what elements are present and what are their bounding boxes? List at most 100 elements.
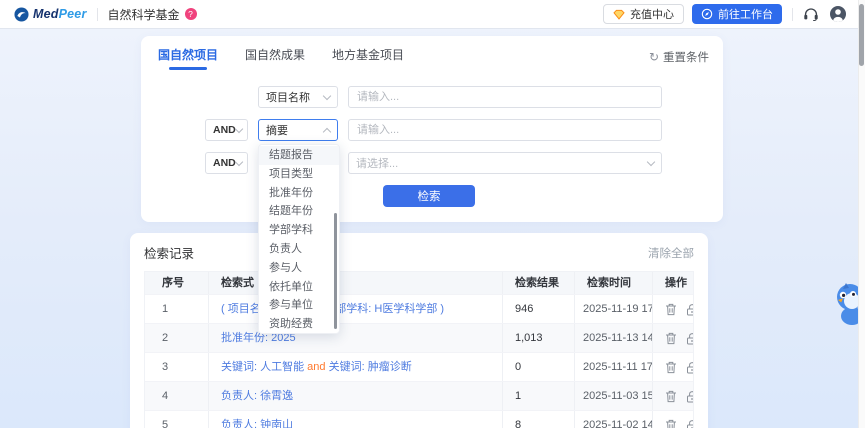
tab-label: 地方基金项目	[332, 48, 404, 62]
result-count: 0	[503, 353, 575, 381]
operator-value: AND	[213, 157, 236, 169]
nav-divider	[792, 8, 793, 21]
recharge-button[interactable]: 充值中心	[603, 4, 684, 24]
page-scrollbar-thumb[interactable]	[859, 4, 864, 66]
search-time: 2025-11-13 14:53:08	[575, 324, 653, 352]
search-expression-link[interactable]: ( 项目名称: 肿瘤 and 学部学科: H医学科学部 )	[209, 295, 503, 323]
search-records-panel: 检索记录 清除全部 序号 检索式 检索结果 检索时间 操作 1( 项目名称: 肿…	[130, 233, 708, 428]
operator-select-2[interactable]: AND	[205, 152, 248, 174]
workspace-button[interactable]: 前往工作台	[692, 4, 782, 24]
reset-label: 重置条件	[663, 49, 709, 65]
dropdown-option[interactable]: 参与单位	[259, 296, 339, 315]
dropdown-scrollbar-thumb[interactable]	[334, 213, 337, 329]
row-actions	[653, 411, 693, 428]
mascot-widget[interactable]	[832, 280, 858, 326]
value-select-3[interactable]: 请选择...	[348, 152, 662, 174]
lock-icon[interactable]	[686, 419, 693, 428]
table-header-row: 序号 检索式 检索结果 检索时间 操作	[145, 272, 693, 294]
result-count: 1,013	[503, 324, 575, 352]
delete-icon[interactable]	[665, 419, 677, 428]
medpeer-logo[interactable]: MedPeer	[14, 7, 87, 22]
page-scrollbar[interactable]	[858, 0, 865, 428]
result-count: 8	[503, 411, 575, 428]
gem-icon	[613, 9, 625, 20]
field-select-2-open[interactable]: 摘要	[258, 119, 338, 141]
product-name: 自然科学基金	[108, 6, 180, 23]
nav-divider	[97, 8, 98, 21]
delete-icon[interactable]	[665, 390, 677, 403]
lock-icon[interactable]	[686, 361, 693, 374]
col-header-ops: 操作	[653, 272, 693, 294]
tab-nsfc-results[interactable]: 国自然成果	[245, 46, 305, 70]
search-expression-link[interactable]: 关键词: 人工智能 and 关键词: 肿瘤诊断	[209, 353, 503, 381]
operator-select-1[interactable]: AND	[205, 119, 248, 141]
dropdown-option[interactable]: 结题年份	[259, 202, 339, 221]
search-panel: 国自然项目 国自然成果 地方基金项目 ↻ 重置条件 项目名称	[141, 36, 723, 222]
search-row-2: AND 摘要	[141, 119, 723, 141]
search-time: 2025-11-11 17:54:15	[575, 353, 653, 381]
lock-icon[interactable]	[686, 303, 693, 316]
col-header-query: 检索式	[209, 272, 503, 294]
search-time: 2025-11-02 14:09:00	[575, 411, 653, 428]
table-row: 3关键词: 人工智能 and 关键词: 肿瘤诊断02025-11-11 17:5…	[145, 352, 693, 381]
lock-icon[interactable]	[686, 332, 693, 345]
row-actions	[653, 295, 693, 323]
select-placeholder: 请选择...	[356, 155, 398, 171]
support-headset-icon[interactable]	[803, 7, 819, 21]
dropdown-option[interactable]: 批准年份	[259, 184, 339, 203]
workspace-label: 前往工作台	[718, 6, 773, 22]
tab-label: 国自然项目	[158, 48, 218, 62]
reset-conditions-button[interactable]: ↻ 重置条件	[649, 49, 709, 65]
search-time: 2025-11-03 15:57:10	[575, 382, 653, 410]
field-select-1[interactable]: 项目名称	[258, 86, 338, 108]
tab-local-fund-projects[interactable]: 地方基金项目	[332, 46, 404, 70]
chevron-down-icon	[323, 91, 331, 99]
dropdown-option[interactable]: 结题报告	[259, 146, 339, 165]
search-expression-link[interactable]: 批准年份: 2025	[209, 324, 503, 352]
search-button[interactable]: 检索	[383, 185, 475, 207]
dropdown-option[interactable]: 参与人	[259, 259, 339, 278]
result-count: 946	[503, 295, 575, 323]
active-tab-underline	[169, 67, 207, 70]
table-row: 5 负责人: 钟南山 82025-11-02 14:09:00	[145, 410, 693, 428]
row-index: 1	[145, 295, 209, 323]
lock-icon[interactable]	[686, 390, 693, 403]
operator-value: AND	[213, 124, 236, 136]
field-dropdown-menu: 结题报告项目类型批准年份结题年份学部学科负责人参与人依托单位参与单位资助经费	[258, 144, 340, 334]
row-index: 4	[145, 382, 209, 410]
navbar-right: 充值中心 前往工作台	[603, 4, 847, 24]
row-index: 5	[145, 411, 209, 428]
search-expression-link[interactable]: 负责人: 徐霄逸	[209, 382, 503, 410]
chevron-down-icon	[647, 157, 655, 165]
dropdown-option[interactable]: 学部学科	[259, 221, 339, 240]
delete-icon[interactable]	[665, 303, 677, 316]
delete-icon[interactable]	[665, 332, 677, 345]
chevron-up-icon	[323, 127, 331, 135]
table-row: 2批准年份: 20251,0132025-11-13 14:53:08	[145, 323, 693, 352]
dropdown-option[interactable]: 负责人	[259, 240, 339, 259]
search-input-2[interactable]	[348, 119, 662, 141]
table-row: 1( 项目名称: 肿瘤 and 学部学科: H医学科学部 )9462025-11…	[145, 294, 693, 323]
field-select-value: 摘要	[266, 122, 288, 138]
search-expression-link[interactable]: 负责人: 钟南山	[209, 411, 503, 428]
expr-text: 负责人: 钟南山	[221, 419, 293, 428]
row-actions	[653, 324, 693, 352]
avatar[interactable]	[829, 5, 847, 23]
dropdown-option[interactable]: 项目类型	[259, 165, 339, 184]
dropdown-option[interactable]: 依托单位	[259, 278, 339, 297]
dropdown-option[interactable]: 资助经费	[259, 315, 339, 334]
records-table: 序号 检索式 检索结果 检索时间 操作 1( 项目名称: 肿瘤 and 学部学科…	[144, 271, 694, 428]
medpeer-logo-icon	[14, 7, 29, 22]
records-header: 检索记录 清除全部	[130, 233, 708, 262]
clear-all-button[interactable]: 清除全部	[648, 245, 694, 261]
expr-operator: and	[307, 361, 325, 373]
col-header-result: 检索结果	[503, 272, 575, 294]
search-row-1: 项目名称	[141, 86, 723, 108]
tab-nsfc-projects[interactable]: 国自然项目	[158, 46, 218, 70]
top-navbar: MedPeer 自然科学基金 ? 充值中心 前往工作台	[0, 0, 865, 28]
page: MedPeer 自然科学基金 ? 充值中心 前往工作台	[0, 0, 865, 428]
delete-icon[interactable]	[665, 361, 677, 374]
help-badge[interactable]: ?	[185, 8, 197, 20]
search-input-1[interactable]	[348, 86, 662, 108]
search-time: 2025-11-19 17:36:11	[575, 295, 653, 323]
